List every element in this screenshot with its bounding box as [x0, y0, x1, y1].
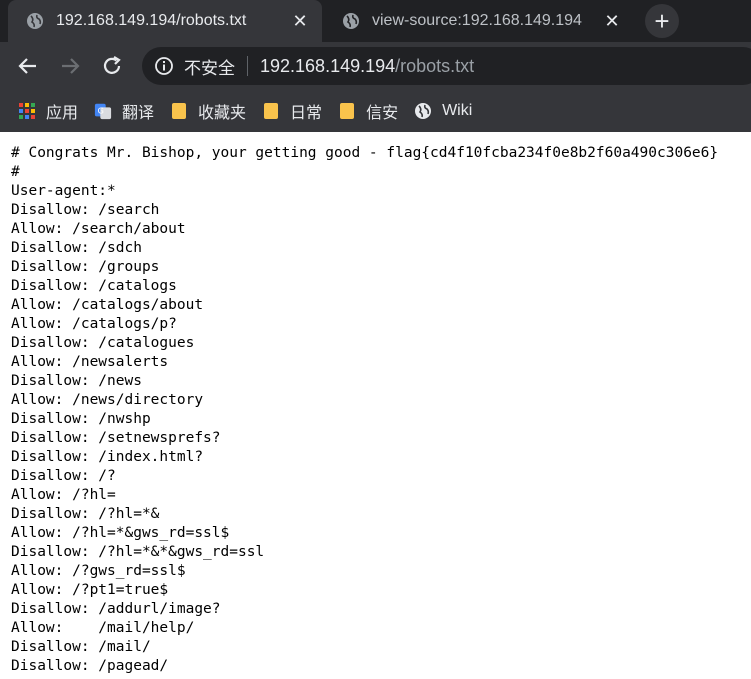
text-line: Disallow: /?hl=*& [11, 506, 160, 522]
text-line: # [11, 164, 20, 180]
text-line: User-agent:* [11, 183, 116, 199]
globe-icon [414, 102, 432, 120]
bookmark-folder-security[interactable]: 信安 [330, 95, 406, 127]
url-path: /robots.txt [395, 55, 475, 76]
tab-title: view-source:192.168.149.194 [372, 12, 582, 29]
toolbar: 不安全 192.168.149.194/robots.txt [0, 42, 751, 90]
text-line: Disallow: /addurl/image? [11, 601, 221, 617]
text-line: Allow: /news/directory [11, 392, 204, 408]
reload-button[interactable] [100, 54, 124, 78]
reload-icon [103, 56, 121, 74]
info-icon[interactable] [154, 56, 174, 76]
text-line: Disallow: /setnewsprefs? [11, 430, 221, 446]
text-line: Disallow: /catalogs [11, 278, 177, 294]
bookmark-apps[interactable]: 应用 [10, 95, 86, 127]
close-icon[interactable]: ✕ [602, 11, 622, 31]
text-line: Disallow: /index.html? [11, 449, 204, 465]
folder-icon [262, 102, 280, 120]
tab-view-source[interactable]: view-source:192.168.149.194 ✕ [324, 0, 634, 42]
bookmark-label: 翻译 [122, 105, 155, 122]
text-line: Allow: /?gws_rd=ssl$ [11, 563, 186, 579]
svg-text:G: G [98, 106, 104, 116]
robots-text: # Congrats Mr. Bishop, your getting good… [0, 132, 751, 676]
page-content: # Congrats Mr. Bishop, your getting good… [0, 132, 751, 679]
arrow-left-icon [18, 58, 36, 74]
text-line: Allow: /search/about [11, 221, 186, 237]
browser-chrome: 192.168.149.194/robots.txt ✕ view-source… [0, 0, 751, 132]
text-line: Disallow: /nwshp [11, 411, 151, 427]
text-line: Disallow: /mail/ [11, 639, 151, 655]
forward-button[interactable] [58, 54, 82, 78]
bookmark-label: 收藏夹 [198, 105, 247, 122]
text-line: Allow: /?hl=*&gws_rd=ssl$ [11, 525, 230, 541]
tab-robots[interactable]: 192.168.149.194/robots.txt ✕ [8, 0, 322, 42]
google-translate-icon: G [94, 102, 112, 120]
text-line: Allow: /?pt1=true$ [11, 582, 169, 598]
new-tab-button[interactable]: + [645, 4, 679, 38]
url-text[interactable]: 192.168.149.194/robots.txt [260, 56, 474, 77]
folder-icon [338, 102, 356, 120]
bookmark-folder-daily[interactable]: 日常 [254, 95, 330, 127]
text-line: Allow: /catalogs/about [11, 297, 204, 313]
url-host: 192.168.149.194 [260, 55, 396, 76]
text-line: Disallow: /news [11, 373, 142, 389]
text-line: Disallow: /groups [11, 259, 160, 275]
bookmark-folder-favorites[interactable]: 收藏夹 [162, 95, 254, 127]
back-button[interactable] [16, 54, 40, 78]
bookmark-label: Wiki [442, 102, 473, 119]
text-line: Disallow: /search [11, 202, 160, 218]
text-line: Disallow: /?hl=*&*&gws_rd=ssl [11, 544, 265, 560]
address-bar[interactable]: 不安全 192.168.149.194/robots.txt [142, 47, 751, 85]
globe-icon [26, 12, 44, 30]
divider [247, 56, 248, 76]
security-label[interactable]: 不安全 [184, 54, 235, 79]
globe-icon [342, 12, 360, 30]
bookmark-wiki[interactable]: Wiki [406, 95, 480, 127]
plus-icon: + [654, 6, 670, 36]
text-line: Disallow: /sdch [11, 240, 142, 256]
bookmark-translate[interactable]: G 翻译 [86, 95, 162, 127]
tab-title: 192.168.149.194/robots.txt [56, 12, 247, 29]
arrow-right-icon [62, 58, 80, 74]
bookmark-label: 信安 [366, 105, 399, 122]
bookmarks-bar: 应用 G 翻译 收藏夹 日常 信安 Wiki [0, 90, 751, 132]
text-line: # Congrats Mr. Bishop, your getting good… [11, 145, 719, 161]
text-line: Disallow: /? [11, 468, 116, 484]
folder-icon [170, 102, 188, 120]
text-line: Allow: /?hl= [11, 487, 116, 503]
tab-strip: 192.168.149.194/robots.txt ✕ view-source… [0, 0, 751, 42]
bookmark-label: 应用 [46, 105, 79, 122]
text-line: Allow: /newsalerts [11, 354, 169, 370]
text-line: Allow: /mail/help/ [11, 620, 195, 636]
text-line: Allow: /catalogs/p? [11, 316, 177, 332]
text-line: Disallow: /catalogues [11, 335, 195, 351]
apps-grid-icon [18, 102, 36, 120]
bookmark-label: 日常 [290, 105, 323, 122]
close-icon[interactable]: ✕ [290, 11, 310, 31]
text-line: Disallow: /pagead/ [11, 658, 169, 674]
